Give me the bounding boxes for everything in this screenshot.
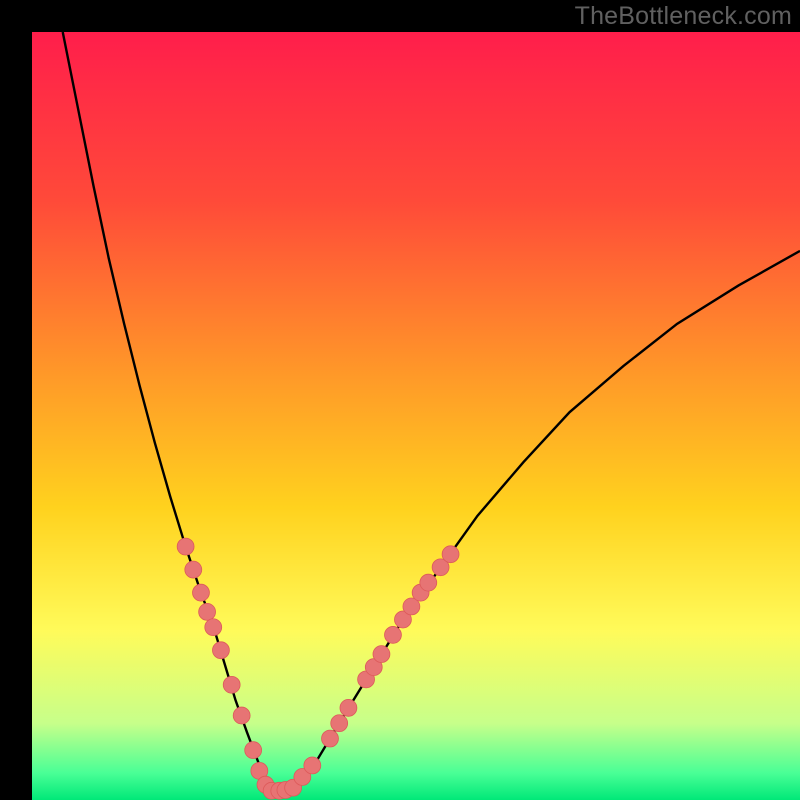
highlighted-dot xyxy=(331,715,348,732)
plot-area xyxy=(32,32,800,800)
highlighted-dot xyxy=(212,642,229,659)
highlighted-dot xyxy=(193,584,210,601)
highlighted-dot xyxy=(340,699,357,716)
highlighted-dot xyxy=(442,546,459,563)
highlighted-dot xyxy=(420,574,437,591)
highlighted-dot xyxy=(223,676,240,693)
chart-frame: TheBottleneck.com xyxy=(0,0,800,800)
highlighted-dot xyxy=(199,603,216,620)
highlighted-dot xyxy=(373,646,390,663)
attribution-label: TheBottleneck.com xyxy=(575,2,792,31)
highlighted-dot xyxy=(385,626,402,643)
highlighted-dot xyxy=(245,742,262,759)
highlighted-dot xyxy=(177,538,194,555)
chart-svg xyxy=(32,32,800,800)
highlighted-dot xyxy=(233,707,250,724)
highlighted-dot xyxy=(185,561,202,578)
highlighted-dot xyxy=(322,730,339,747)
highlighted-dot xyxy=(304,757,321,774)
highlighted-dot xyxy=(205,619,222,636)
